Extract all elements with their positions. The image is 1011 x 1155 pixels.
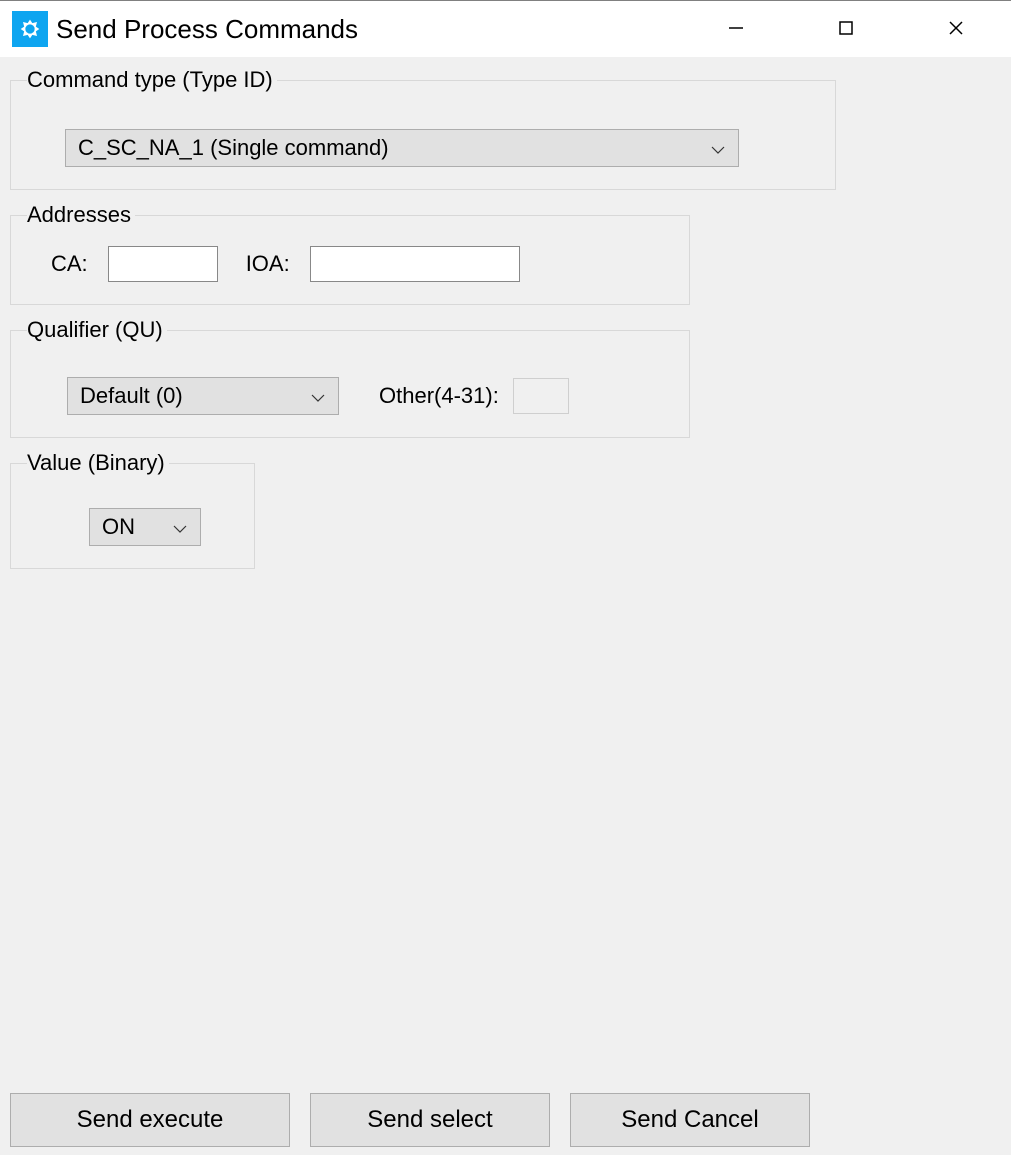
qualifier-value: Default (0) [80,383,183,409]
minimize-button[interactable] [681,1,791,57]
window-controls [681,1,1011,57]
qualifier-legend: Qualifier (QU) [27,317,167,343]
chevron-down-icon [172,514,188,540]
qualifier-other-input [513,378,569,414]
ca-input[interactable] [108,246,218,282]
titlebar: Send Process Commands [0,1,1011,57]
window-title: Send Process Commands [56,14,358,45]
send-execute-label: Send execute [77,1106,224,1134]
close-button[interactable] [901,1,1011,57]
ioa-label: IOA: [246,251,290,277]
send-select-label: Send select [367,1106,492,1134]
action-buttons: Send execute Send select Send Cancel [10,1093,810,1147]
qualifier-group: Qualifier (QU) Default (0) Other(4-31): [10,317,690,438]
ioa-input[interactable] [310,246,520,282]
qualifier-other-label: Other(4-31): [379,383,499,409]
app-icon [12,11,48,47]
value-legend: Value (Binary) [27,450,169,476]
addresses-group: Addresses CA: IOA: [10,202,690,305]
value-select[interactable]: ON [89,508,201,546]
ca-label: CA: [51,251,88,277]
send-select-button[interactable]: Send select [310,1093,550,1147]
dialog-content: Command type (Type ID) C_SC_NA_1 (Single… [0,57,1011,1155]
send-cancel-button[interactable]: Send Cancel [570,1093,810,1147]
qualifier-select[interactable]: Default (0) [67,377,339,415]
command-type-legend: Command type (Type ID) [27,67,277,93]
value-group: Value (Binary) ON [10,450,255,569]
maximize-icon [837,19,855,40]
chevron-down-icon [710,135,726,161]
command-type-value: C_SC_NA_1 (Single command) [78,135,389,161]
command-type-group: Command type (Type ID) C_SC_NA_1 (Single… [10,67,836,190]
command-type-select[interactable]: C_SC_NA_1 (Single command) [65,129,739,167]
minimize-icon [727,19,745,40]
maximize-button[interactable] [791,1,901,57]
value-selected: ON [102,514,135,540]
close-icon [947,19,965,40]
addresses-legend: Addresses [27,202,135,228]
send-execute-button[interactable]: Send execute [10,1093,290,1147]
send-cancel-label: Send Cancel [621,1106,758,1134]
chevron-down-icon [310,383,326,409]
